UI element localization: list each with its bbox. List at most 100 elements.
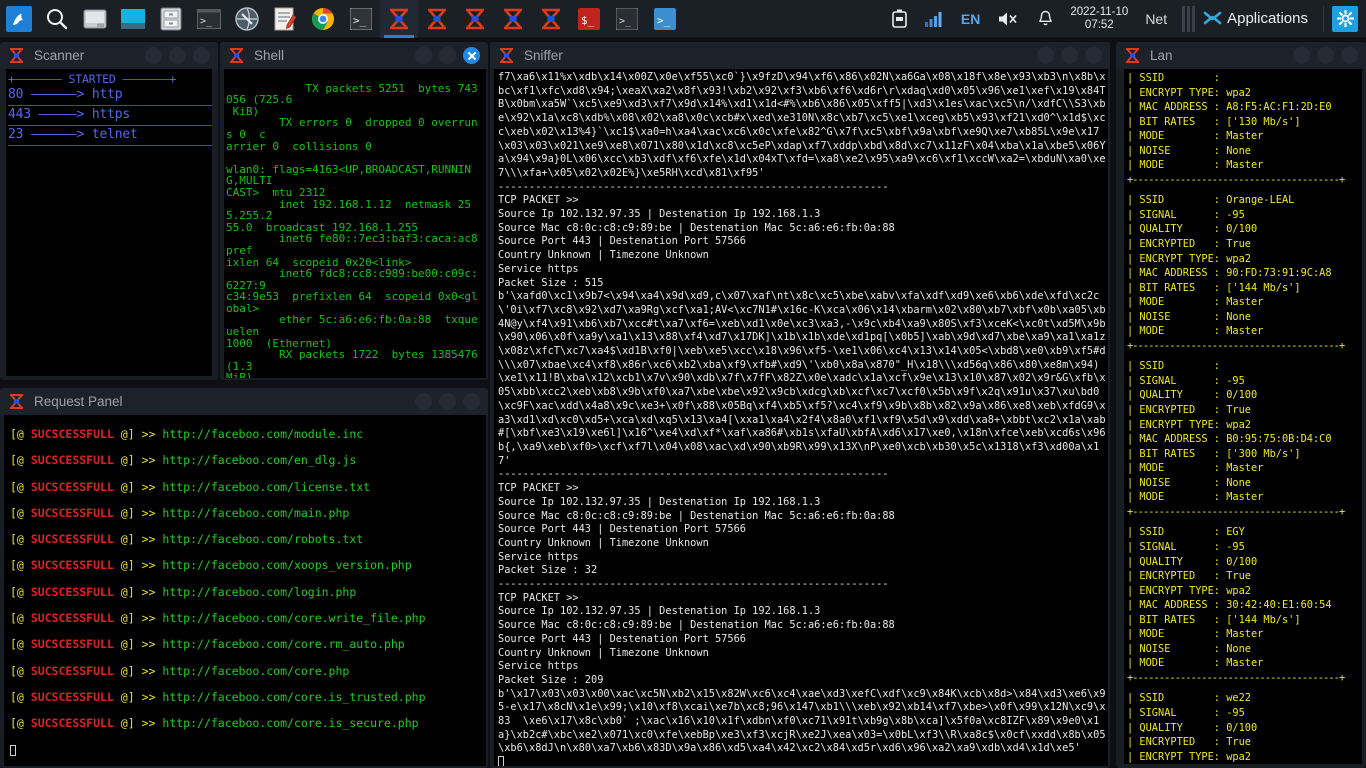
shell-close-button[interactable] <box>463 47 480 64</box>
lan-field-noise: | NOISE : None <box>1127 144 1251 157</box>
network-signal-icon[interactable] <box>916 0 952 38</box>
lan-field-quality: | QUALITY : 0/100 <box>1127 223 1258 236</box>
terminal-icon[interactable]: >_ <box>190 0 228 38</box>
request-status-open: [@ <box>10 505 31 520</box>
request-status-close: @] <box>113 663 135 678</box>
lan-minimize-button[interactable] <box>1293 47 1310 64</box>
chrome-icon[interactable] <box>304 0 342 38</box>
scanner-output: +——————— STARTED ———————+ 80 ——————> http… <box>6 69 212 376</box>
app-window-icon-4[interactable] <box>494 0 532 38</box>
shell-maximize-button[interactable] <box>439 47 456 64</box>
app-window-icon-1[interactable] <box>380 0 418 38</box>
applications-menu[interactable]: Applications <box>1201 0 1317 38</box>
request-log-row: [@ SUCSCESSFULL @] >> http://faceboo.com… <box>10 447 486 473</box>
scanner-window[interactable]: Scanner +——————— STARTED ———————+ 80 ————… <box>0 42 218 380</box>
app-window-icon-2[interactable] <box>418 0 456 38</box>
root-terminal-icon[interactable]: $_ <box>570 0 608 38</box>
request-url: http://faceboo.com/core.php <box>162 663 350 678</box>
request-status-close: @] <box>113 558 135 573</box>
scanner-maximize-button[interactable] <box>169 47 186 64</box>
web-browser-icon[interactable] <box>228 0 266 38</box>
request-log-row: [@ SUCSCESSFULL @] >> http://faceboo.com… <box>10 421 486 447</box>
volume-muted-icon[interactable] <box>989 0 1029 38</box>
bell-icon[interactable] <box>1029 0 1062 38</box>
packet-ip-line: Source Ip 102.132.97.35 | Destenation Ip… <box>498 495 821 508</box>
archive-manager-icon[interactable] <box>152 0 190 38</box>
lan-separator: +---------------------------------------… <box>1127 671 1345 684</box>
sniffer-window-controls[interactable] <box>1037 47 1104 64</box>
terminal-light-icon[interactable]: >_ <box>646 0 684 38</box>
terminal-blue-icon[interactable] <box>114 0 152 38</box>
search-icon[interactable] <box>38 0 76 38</box>
request-url: http://faceboo.com/login.php <box>162 584 357 599</box>
packet-geo-line: Country Unknown | Timezone Unknown <box>498 536 709 549</box>
sniffer-minimize-button[interactable] <box>1037 47 1054 64</box>
sniffer-hex-dump: f7\xa6\x11%x\xdb\x14\x00Z\x0e\xf55\xc0`}… <box>498 71 1106 179</box>
request-url: http://faceboo.com/core.is_secure.php <box>162 716 419 731</box>
lan-window-controls[interactable] <box>1293 47 1360 64</box>
request-panel-window[interactable]: Request Panel [@ SUCSCESSFULL @] >> http… <box>0 388 488 768</box>
request-panel-maximize-button[interactable] <box>439 393 456 410</box>
lan-field-encrypted: | ENCRYPTED : True <box>1127 238 1251 251</box>
shell-terminal[interactable]: TX packets 5251 bytes 743056 (725.6 KiB)… <box>224 69 486 378</box>
request-arrow: >> <box>141 611 156 626</box>
shell-window[interactable]: Shell TX packets 5251 bytes 743056 (725.… <box>220 42 488 380</box>
svg-text:>_: >_ <box>657 14 671 27</box>
network-label[interactable]: Net <box>1136 0 1176 38</box>
sniffer-output[interactable]: f7\xa6\x11%x\xdb\x14\x00Z\x0e\xf55\xc0`}… <box>494 69 1108 766</box>
request-status-open: [@ <box>10 453 31 468</box>
request-url: http://faceboo.com/robots.txt <box>162 532 364 547</box>
request-status: SUCSCESSFULL <box>30 505 114 520</box>
sniffer-close-button[interactable] <box>1085 47 1102 64</box>
request-status-open: [@ <box>10 558 31 573</box>
shell-minimize-button[interactable] <box>415 47 432 64</box>
scanner-titlebar[interactable]: Scanner <box>0 42 218 69</box>
lan-field-mac-address: | MAC ADDRESS : A8:F5:AC:F1:2D:E0 <box>1127 101 1332 114</box>
scanner-close-button[interactable] <box>193 47 210 64</box>
shell-titlebar[interactable]: Shell <box>220 42 488 69</box>
lan-field-ssid: | SSID : we22 <box>1127 692 1251 705</box>
lan-field-encrypted: | ENCRYPTED : True <box>1127 736 1251 749</box>
scanner-window-controls[interactable] <box>145 47 212 64</box>
sniffer-maximize-button[interactable] <box>1061 47 1078 64</box>
request-panel-minimize-button[interactable] <box>415 393 432 410</box>
request-panel-close-button[interactable] <box>463 393 480 410</box>
request-url: http://faceboo.com/core.is_trusted.php <box>162 689 426 704</box>
app-window-icon-3[interactable] <box>456 0 494 38</box>
kali-menu-icon[interactable] <box>0 0 38 38</box>
file-manager-icon[interactable] <box>76 0 114 38</box>
packet-port-line: Source Port 443 | Destenation Port 57566 <box>498 632 746 645</box>
request-arrow: >> <box>141 637 156 652</box>
lan-networks-output[interactable]: | SSID : | ENCRYPT TYPE: wpa2 | MAC ADDRE… <box>1124 69 1362 764</box>
lan-close-button[interactable] <box>1341 47 1358 64</box>
lan-field-mode: | MODE : Master <box>1127 491 1264 504</box>
sniffer-window[interactable]: Sniffer f7\xa6\x11%x\xdb\x14\x00Z\x0e\xf… <box>490 42 1110 768</box>
shell-window-controls[interactable] <box>415 47 482 64</box>
terminal-gray-icon[interactable]: >_ <box>342 0 380 38</box>
lan-field-mode: | MODE : Master <box>1127 657 1264 670</box>
gear-icon[interactable] <box>1330 0 1366 38</box>
lan-field-ssid: | SSID : <box>1127 360 1227 373</box>
text-editor-icon[interactable] <box>266 0 304 38</box>
language-indicator[interactable]: EN <box>952 0 989 38</box>
request-log-row: [@ SUCSCESSFULL @] >> http://faceboo.com… <box>10 658 486 684</box>
panel-drag-handle[interactable] <box>1176 5 1201 32</box>
packet-port-line: Source Port 443 | Destenation Port 57566 <box>498 523 746 536</box>
lan-maximize-button[interactable] <box>1317 47 1334 64</box>
app-window-icon-5[interactable] <box>532 0 570 38</box>
request-panel-titlebar[interactable]: Request Panel <box>0 388 488 415</box>
sniffer-separator: ----------------------------------------… <box>498 578 889 591</box>
battery-icon[interactable] <box>883 0 916 38</box>
request-arrow: >> <box>141 716 156 731</box>
lan-window[interactable]: Lan | SSID : | ENCRYPT TYPE: wpa2 | MAC A… <box>1116 42 1366 768</box>
sniffer-separator: ----------------------------------------… <box>498 468 889 481</box>
svg-text:$_: $_ <box>581 14 595 27</box>
clock[interactable]: 2022-11-10 07:52 <box>1062 6 1136 30</box>
request-log[interactable]: [@ SUCSCESSFULL @] >> http://faceboo.com… <box>4 415 486 766</box>
lan-titlebar[interactable]: Lan <box>1116 42 1366 69</box>
terminal-dark-icon[interactable]: >_ <box>608 0 646 38</box>
request-url: http://faceboo.com/xoops_version.php <box>162 558 412 573</box>
sniffer-titlebar[interactable]: Sniffer <box>490 42 1110 69</box>
request-panel-window-controls[interactable] <box>415 393 482 410</box>
scanner-minimize-button[interactable] <box>145 47 162 64</box>
